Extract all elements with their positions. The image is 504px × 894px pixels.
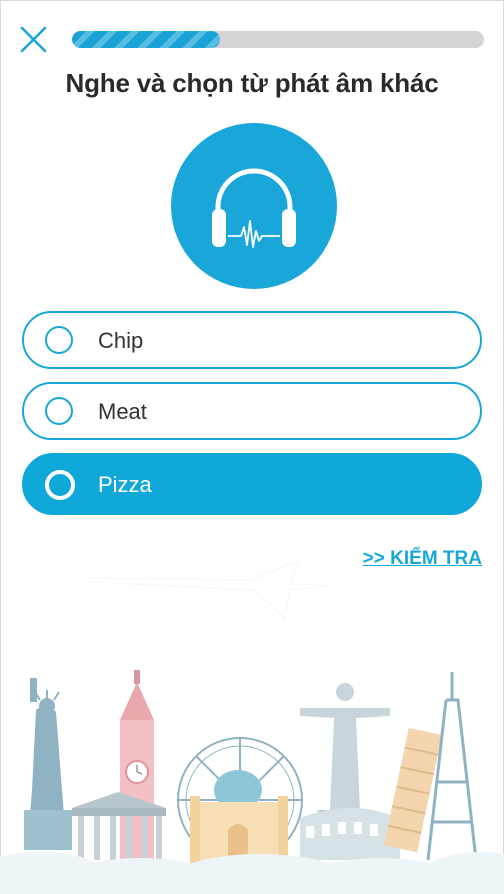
statue-of-liberty-icon bbox=[24, 678, 72, 850]
answer-option-pizza[interactable]: Pizza bbox=[22, 453, 482, 515]
question-title: Nghe và chọn từ phát âm khác bbox=[65, 68, 439, 98]
answer-option-label: Chip bbox=[98, 328, 144, 353]
radio-circle-icon bbox=[45, 397, 73, 425]
answer-option-chip[interactable]: Chip bbox=[22, 311, 482, 369]
lesson-progress-bar bbox=[72, 31, 484, 48]
answer-option-label: Meat bbox=[98, 399, 147, 424]
airplane-icon bbox=[89, 560, 331, 620]
headphones-icon bbox=[212, 168, 296, 248]
close-icon bbox=[20, 26, 47, 53]
answer-option-label: Pizza bbox=[98, 472, 152, 497]
radio-circle-icon bbox=[45, 326, 73, 354]
big-ben-icon bbox=[120, 670, 154, 860]
colosseum-icon bbox=[300, 808, 400, 860]
close-button[interactable] bbox=[18, 24, 50, 56]
leaning-tower-icon bbox=[383, 727, 443, 853]
progress-fill bbox=[72, 31, 221, 48]
answer-option-meat[interactable]: Meat bbox=[22, 382, 482, 440]
world-landmarks-illustration bbox=[0, 560, 504, 894]
radio-circle-icon bbox=[45, 470, 75, 500]
play-audio-button[interactable] bbox=[171, 123, 337, 289]
